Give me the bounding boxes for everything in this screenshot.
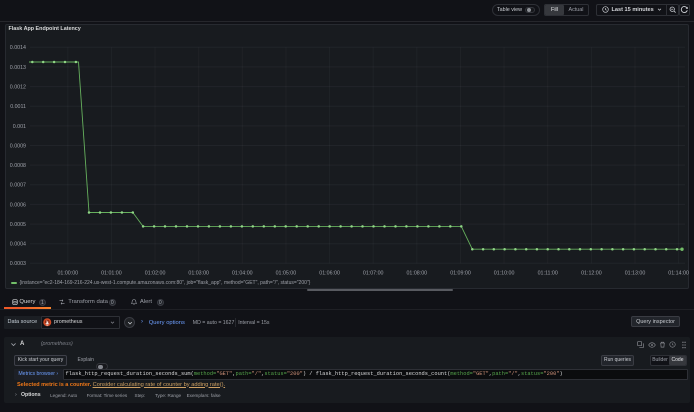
svg-text:01:12:00: 01:12:00 bbox=[581, 270, 602, 276]
svg-text:01:11:00: 01:11:00 bbox=[538, 270, 558, 276]
svg-text:0.0007: 0.0007 bbox=[10, 183, 26, 189]
svg-text:01:09:00: 01:09:00 bbox=[450, 270, 471, 276]
svg-text:01:02:00: 01:02:00 bbox=[145, 270, 166, 276]
svg-text:0.0008: 0.0008 bbox=[10, 163, 26, 169]
svg-text:01:07:00: 01:07:00 bbox=[363, 270, 384, 276]
svg-text:0.0013: 0.0013 bbox=[10, 65, 26, 71]
svg-text:01:14:00: 01:14:00 bbox=[668, 270, 689, 276]
svg-text:0.0011: 0.0011 bbox=[10, 104, 26, 110]
svg-text:01:13:00: 01:13:00 bbox=[625, 270, 646, 276]
svg-text:0.0005: 0.0005 bbox=[10, 222, 26, 228]
svg-text:0.0014: 0.0014 bbox=[10, 45, 26, 51]
svg-text:01:05:00: 01:05:00 bbox=[276, 270, 297, 276]
svg-text:0.0004: 0.0004 bbox=[10, 242, 26, 248]
svg-text:01:06:00: 01:06:00 bbox=[319, 270, 340, 276]
svg-text:01:03:00: 01:03:00 bbox=[188, 270, 209, 276]
svg-text:0.0012: 0.0012 bbox=[10, 85, 26, 91]
svg-text:0.0006: 0.0006 bbox=[10, 202, 26, 208]
svg-text:0.001: 0.001 bbox=[13, 124, 26, 130]
svg-text:01:00:00: 01:00:00 bbox=[57, 270, 78, 276]
svg-text:01:01:00: 01:01:00 bbox=[101, 270, 122, 276]
svg-text:0.0009: 0.0009 bbox=[10, 143, 26, 149]
svg-text:01:08:00: 01:08:00 bbox=[406, 270, 427, 276]
svg-text:01:10:00: 01:10:00 bbox=[494, 270, 515, 276]
svg-text:0.0003: 0.0003 bbox=[10, 261, 26, 267]
svg-text:01:04:00: 01:04:00 bbox=[232, 270, 253, 276]
